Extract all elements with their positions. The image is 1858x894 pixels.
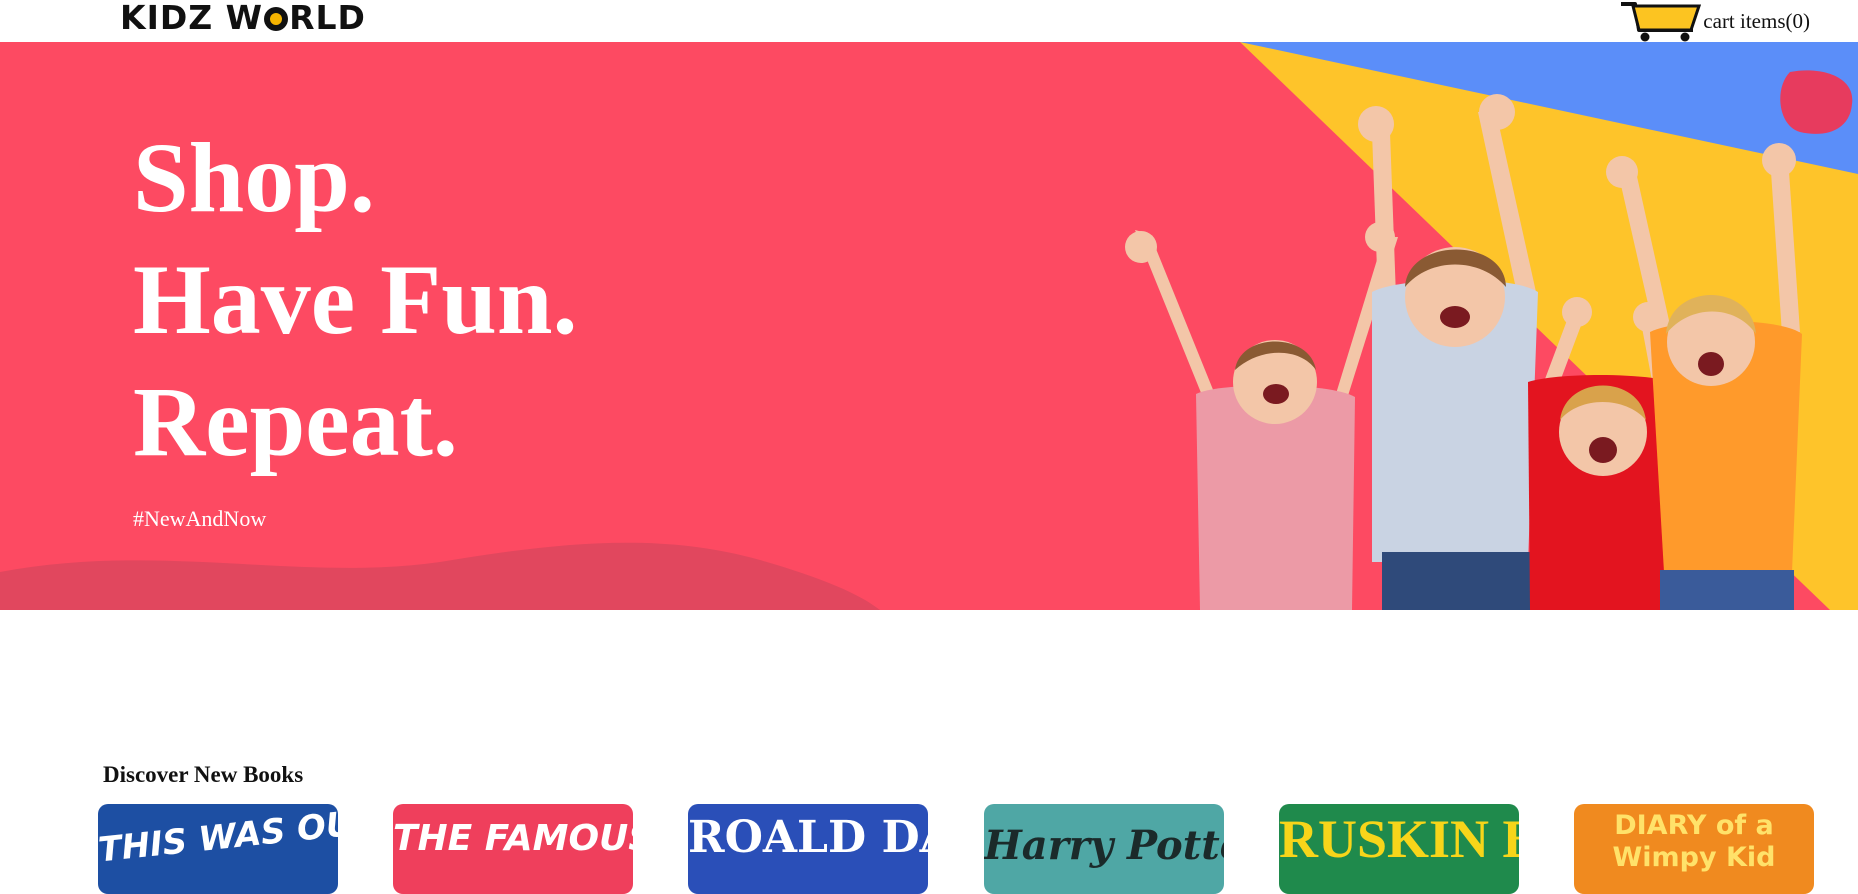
book-cover-title: THIS WAS OUR PACT xyxy=(98,804,338,871)
book-card[interactable]: ROALD DAHL xyxy=(688,804,928,894)
book-cover-title: THE FAMOUS xyxy=(393,818,633,859)
book-cover-title: RUSKIN BOND xyxy=(1279,809,1519,869)
book-cover-title: ROALD DAHL xyxy=(688,812,928,863)
book-cover-title: DIARY of a Wimpy Kid xyxy=(1612,810,1776,873)
hero-line-2: Have Fun. xyxy=(133,244,578,355)
hero-hashtag: #NewAndNow xyxy=(133,506,267,531)
cart-link[interactable]: cart items(0) xyxy=(1619,0,1810,42)
logo[interactable]: KIDZ W RLD xyxy=(120,0,366,36)
book-card[interactable]: THE FAMOUS xyxy=(393,804,633,894)
hero-banner: Shop. Have Fun. Repeat. #NewAndNow xyxy=(0,42,1858,610)
book-card[interactable]: THIS WAS OUR PACT xyxy=(98,804,338,894)
shopping-cart-icon xyxy=(1621,2,1702,42)
book-cover-title: Harry Potter xyxy=(984,822,1224,869)
book-card[interactable]: RUSKIN BOND xyxy=(1279,804,1519,894)
logo-text-1: KIDZ W xyxy=(120,0,264,37)
book-card[interactable]: DIARY of a Wimpy Kid xyxy=(1574,804,1814,894)
logo-text-2: RLD xyxy=(289,0,366,37)
decorative-blob xyxy=(1780,70,1853,134)
top-navbar: KIDZ W RLD cart items(0) xyxy=(0,0,1858,42)
hero-line-1: Shop. xyxy=(133,122,375,233)
book-card[interactable]: Harry Potter xyxy=(984,804,1224,894)
discover-books-heading: Discover New Books xyxy=(103,762,304,787)
hero-wave xyxy=(0,542,880,610)
logo-o-icon xyxy=(264,7,289,31)
cart-items-label: cart items(0) xyxy=(1703,8,1810,33)
hero-line-3: Repeat. xyxy=(133,366,458,477)
